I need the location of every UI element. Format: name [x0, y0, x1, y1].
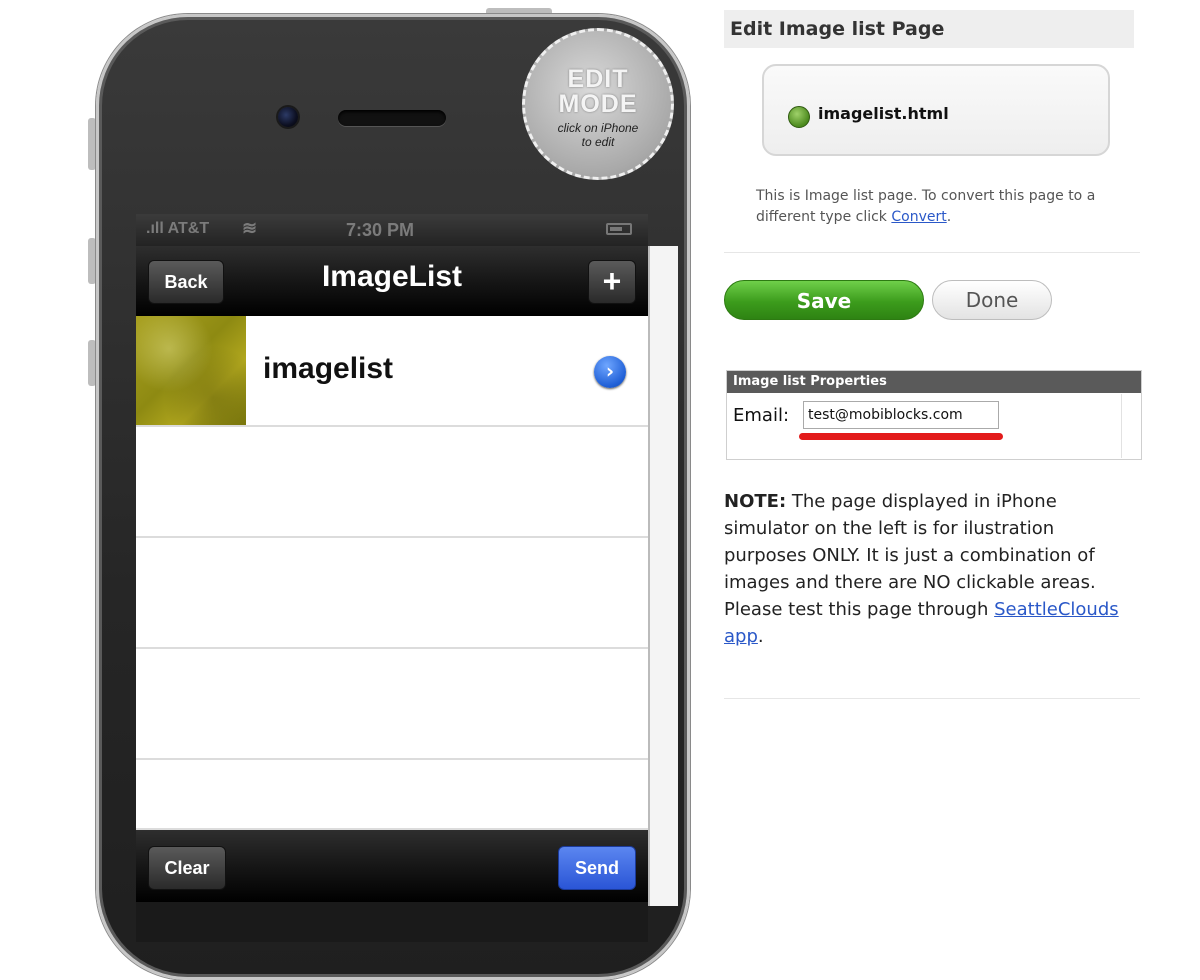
- camera-icon: [278, 107, 298, 127]
- file-name: imagelist.html: [818, 104, 949, 123]
- clear-button[interactable]: Clear: [148, 846, 226, 890]
- add-button[interactable]: +: [588, 260, 636, 304]
- list-row-empty: [136, 538, 648, 649]
- divider: [724, 252, 1140, 253]
- note-label: NOTE:: [724, 491, 787, 512]
- list-item-label: imagelist: [263, 352, 394, 385]
- properties-box: Image list Properties Email: test@mobibl…: [726, 370, 1142, 460]
- battery-icon: [606, 223, 632, 235]
- save-button[interactable]: Save: [724, 280, 924, 320]
- phone-volume-up: [88, 238, 96, 284]
- edit-panel: Edit Image list Page imagelist.html This…: [724, 10, 1144, 710]
- list-item[interactable]: imagelist ›: [136, 316, 648, 427]
- edit-badge-line1: EDIT: [567, 65, 629, 93]
- properties-header: Image list Properties: [727, 371, 1141, 393]
- email-label: Email:: [733, 405, 790, 426]
- list-item-thumbnail: [136, 316, 246, 425]
- wifi-icon: ≋: [242, 218, 258, 238]
- file-icon: [788, 106, 810, 128]
- page-description: This is Image list page. To convert this…: [756, 186, 1146, 228]
- edit-badge-line3: click on iPhone: [557, 121, 639, 135]
- status-time: 7:30 PM: [346, 220, 415, 240]
- speaker-grille: [338, 110, 446, 126]
- done-button[interactable]: Done: [932, 280, 1052, 320]
- panel-title: Edit Image list Page: [724, 10, 1134, 48]
- list-row-empty: [136, 427, 648, 538]
- phone-volume-down: [88, 340, 96, 386]
- email-field[interactable]: test@mobiblocks.com: [803, 401, 999, 429]
- signal-icon: .ıll: [146, 220, 164, 237]
- highlight-underline: [799, 433, 1003, 440]
- nav-title: ImageList: [321, 260, 463, 293]
- phone-mute-switch: [88, 118, 96, 170]
- edit-badge-line2: MODE: [558, 90, 638, 118]
- send-button[interactable]: Send: [558, 846, 636, 890]
- properties-scrollbar[interactable]: [1121, 394, 1140, 458]
- screen-scrollbar[interactable]: [648, 246, 678, 906]
- carrier-label: .ıll AT&T: [146, 220, 209, 238]
- edit-mode-badge: EDIT MODE click on iPhone to edit: [522, 28, 674, 180]
- note-suffix: .: [757, 626, 764, 647]
- list-row-empty: [136, 649, 648, 760]
- convert-link[interactable]: Convert: [891, 209, 946, 225]
- list-row-empty: [136, 760, 648, 830]
- edit-badge-line4: to edit: [581, 135, 615, 149]
- carrier-text: AT&T: [167, 220, 210, 237]
- note-text: NOTE: The page displayed in iPhone simul…: [724, 488, 1142, 650]
- file-box: imagelist.html: [762, 64, 1110, 156]
- phone-screen[interactable]: .ıll AT&T ≋ 7:30 PM Back ImageList + ima…: [136, 214, 648, 942]
- nav-bar: Back ImageList +: [136, 246, 648, 316]
- status-bar: .ıll AT&T ≋ 7:30 PM: [136, 214, 648, 246]
- chevron-right-icon[interactable]: ›: [594, 356, 626, 388]
- divider: [724, 698, 1140, 699]
- bottom-toolbar: Clear Send: [136, 830, 648, 902]
- screen-bottom-bezel: [136, 902, 648, 942]
- description-suffix: .: [946, 209, 952, 225]
